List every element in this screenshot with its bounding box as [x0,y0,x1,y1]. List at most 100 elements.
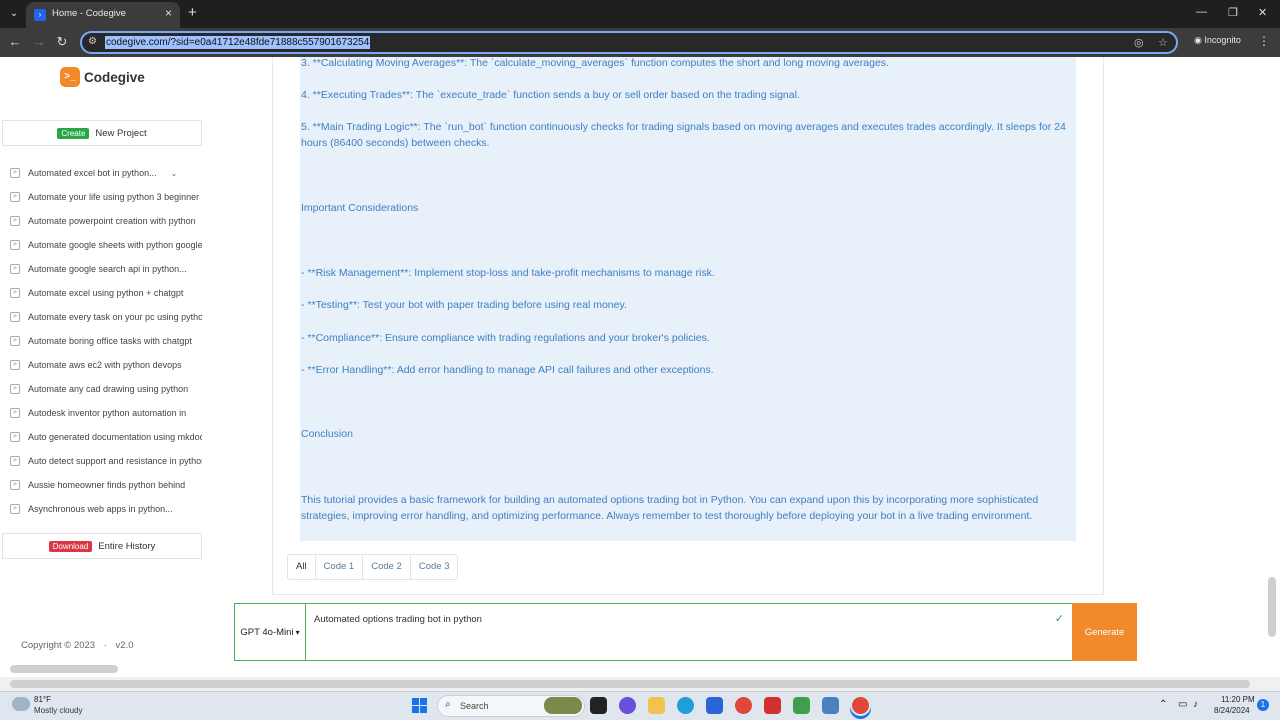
terminal-icon: > [10,312,20,322]
history-item[interactable]: > Automate excel using python + chatgpt [10,281,202,305]
codegive-logo-icon: >_ [60,67,80,87]
history-item[interactable]: > Automate your life using python 3 begin… [10,185,202,209]
new-tab-icon[interactable]: + [188,4,197,21]
new-project-label: New Project [95,127,147,139]
tab-code-3[interactable]: Code 3 [411,555,458,579]
weather-temp[interactable]: 81°F [34,695,51,704]
history-item-label: Automate your life using python 3 beginn… [28,192,200,202]
copyright-text: Copyright © 2023 [21,640,96,651]
history-item-label: Automate excel using python + chatgpt [28,288,184,298]
browser-tab[interactable]: › Home - Codegive × [26,2,180,28]
history-item[interactable]: > Automate boring office tasks with chatg… [10,329,202,353]
browser-toolbar: ← → ↻ ⚙ codegive.com/?sid=e0a41712e48fde… [0,28,1280,57]
history-item-label: Automate powerpoint creation with python [28,216,196,226]
app-icon[interactable] [764,697,781,714]
history-item[interactable]: > Automated excel bot in python... ⌄ [10,161,202,185]
copilot-app-icon[interactable] [619,697,636,714]
tab-code-2[interactable]: Code 2 [363,555,411,579]
maximize-icon[interactable]: ❐ [1228,6,1238,19]
answer-conclusion: This tutorial provides a basic framework… [301,494,1039,522]
terminal-icon: > [10,480,20,490]
download-history-button[interactable]: Download Entire History [2,533,202,559]
history-item[interactable]: > Automate google sheets with python goog… [10,233,202,257]
tab-all[interactable]: All [288,555,316,579]
weather-cloud-icon[interactable] [12,697,30,711]
minimize-icon[interactable]: — [1196,6,1207,18]
forward-icon[interactable]: → [31,34,47,50]
store-app-icon[interactable] [706,697,723,714]
model-select[interactable]: GPT 4o-Mini ▾ [234,603,306,661]
sidebar-scrollbar[interactable] [10,665,118,673]
site-info-icon[interactable]: ⚙ [88,36,97,47]
reload-icon[interactable]: ↻ [54,34,70,50]
url-text[interactable]: codegive.com/?sid=e0a41712e48fde71888c55… [105,36,371,49]
terminal-icon: > [10,360,20,370]
download-label: Entire History [98,540,156,552]
chevron-down-icon[interactable]: ⌄ [171,169,178,178]
volume-icon[interactable]: ♪ [1193,699,1198,710]
history-item-label: Automate google search api in python... [28,264,187,274]
tab-code-1[interactable]: Code 1 [316,555,364,579]
prompt-input[interactable]: Automated options trading bot in python … [305,603,1073,661]
chrome-app-icon[interactable] [735,697,752,714]
search-label: Search [460,701,489,711]
address-bar[interactable]: ⚙ codegive.com/?sid=e0a41712e48fde71888c… [80,31,1178,54]
browser-menu-icon[interactable]: ⋮ [1258,34,1270,48]
answer-bullet: - **Risk Management**: Implement stop-lo… [301,267,715,279]
history-item[interactable]: > Asynchronous web apps in python... [10,497,202,521]
history-item[interactable]: > Automate powerpoint creation with pytho… [10,209,202,233]
version-text: v2.0 [115,640,134,651]
history-item[interactable]: > Autodesk inventor python automation in [10,401,202,425]
history-item-label: Automated excel bot in python... [28,168,157,178]
answer-bullet: - **Error Handling**: Add error handling… [301,364,714,376]
clock-time[interactable]: 11:20 PM [1221,695,1255,704]
incognito-indicator: ◉ Incognito [1194,35,1241,46]
back-icon[interactable]: ← [7,34,23,50]
prompt-text[interactable]: Automated options trading bot in python [314,614,482,625]
app-icon[interactable] [793,697,810,714]
tracking-protection-icon[interactable]: ◎ [1134,36,1144,49]
history-item[interactable]: > Automate google search api in python... [10,257,202,281]
terminal-icon: > [10,240,20,250]
file-explorer-icon[interactable] [648,697,665,714]
chevron-down-icon: ▾ [295,627,300,637]
history-item-label: Automate aws ec2 with python devops [28,360,182,370]
history-item-label: Auto detect support and resistance in py… [28,456,202,466]
page-horizontal-scrollbar[interactable] [0,677,1280,691]
terminal-app-icon[interactable] [590,697,607,714]
history-item[interactable]: > Automate aws ec2 with python devops [10,353,202,377]
tray-chevron-up-icon[interactable]: ⌃ [1159,699,1167,710]
history-item[interactable]: > Auto generated documentation using mkdo… [10,425,202,449]
history-item-label: Auto generated documentation using mkdoc… [28,432,202,442]
tab-search-chevron-icon[interactable]: ⌄ [6,5,22,23]
chrome-active-app-icon[interactable] [852,697,869,714]
scrollbar-thumb[interactable] [10,680,1250,688]
history-item[interactable]: > Aussie homeowner finds python behind [10,473,202,497]
edge-browser-icon[interactable] [677,697,694,714]
brand-name: Codegive [84,69,145,85]
new-project-button[interactable]: Create New Project [2,120,202,146]
answer-bullet: - **Compliance**: Ensure compliance with… [301,332,710,344]
generate-button[interactable]: Generate [1072,603,1137,661]
network-icon[interactable]: ▭ [1178,699,1187,710]
close-tab-icon[interactable]: × [165,6,172,20]
weather-desc[interactable]: Mostly cloudy [34,706,82,715]
app-icon[interactable] [822,697,839,714]
page-vertical-scrollbar[interactable] [1268,577,1276,637]
history-item[interactable]: > Automate every task on your pc using py… [10,305,202,329]
windows-start-icon[interactable] [412,698,427,713]
history-list: > Automated excel bot in python... ⌄ > Auto… [10,161,202,521]
bookmark-star-icon[interactable]: ☆ [1158,36,1168,49]
tab-title: Home - Codegive [52,8,126,19]
model-select-value: GPT 4o-Mini [240,626,294,638]
history-item[interactable]: > Auto detect support and resistance in p… [10,449,202,473]
history-item[interactable]: > Automate any cad drawing using python [10,377,202,401]
answer-step-5: 5. **Main Trading Logic**: The `run_bot`… [301,121,1066,149]
taskbar-widget-icon[interactable] [544,697,582,714]
history-item-label: Autodesk inventor python automation in [28,408,187,418]
brand-logo[interactable]: >_ Codegive [60,67,145,87]
notification-icon[interactable]: 1 [1257,699,1269,711]
clock-date[interactable]: 8/24/2024 [1214,706,1250,715]
window-close-icon[interactable]: ✕ [1258,6,1267,19]
create-badge: Create [57,127,90,139]
